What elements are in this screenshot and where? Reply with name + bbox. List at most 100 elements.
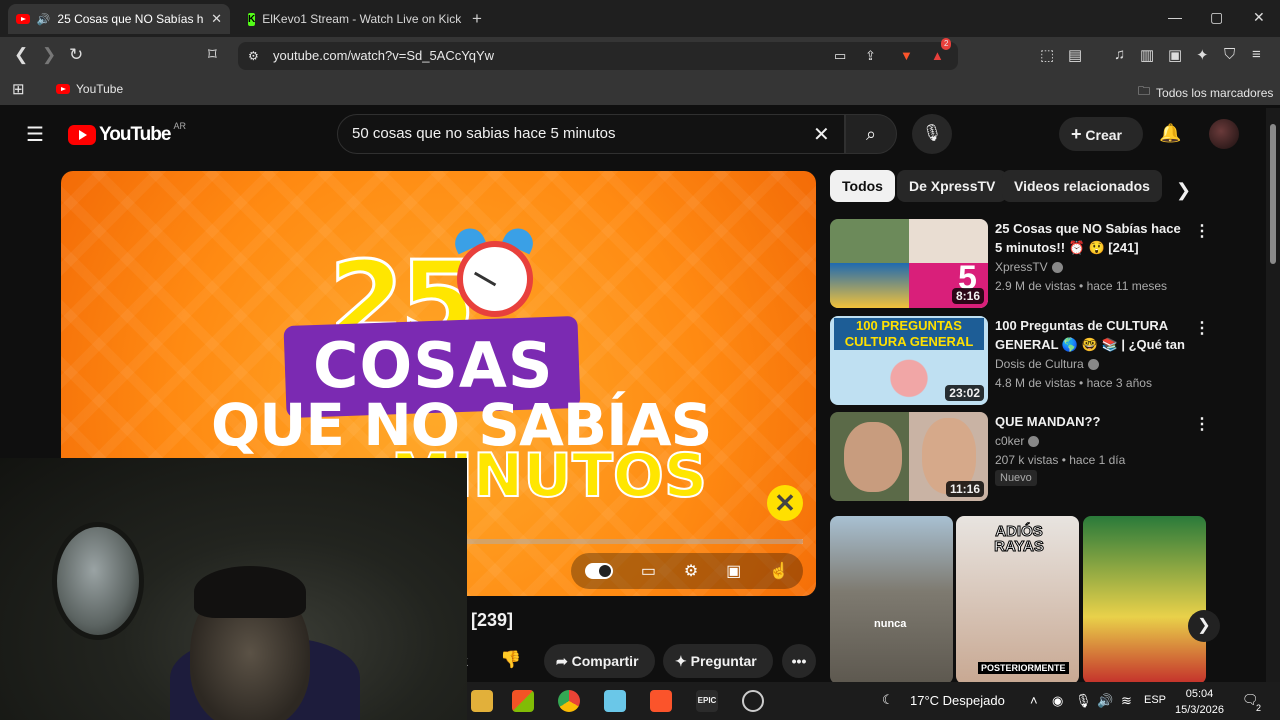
wall-mirror-image — [52, 522, 144, 640]
forward-icon[interactable]: ❯ — [42, 45, 56, 65]
video-progress-bar[interactable] — [461, 539, 803, 544]
epic-games-icon[interactable]: EPIC — [696, 690, 718, 712]
clear-search-icon[interactable]: ✕ — [813, 122, 830, 147]
shorts-next-chevron-icon[interactable]: ❯ — [1188, 610, 1220, 642]
notifications-bell-icon[interactable]: 🔔 — [1159, 123, 1181, 144]
search-icon: ⌕ — [865, 124, 877, 144]
channel-name: Dosis de Cultura — [995, 357, 1084, 371]
youtube-logo[interactable]: YouTube AR — [68, 121, 186, 146]
new-tab-button[interactable]: + — [472, 9, 482, 29]
app-icon[interactable] — [604, 690, 626, 712]
more-actions-button[interactable]: ••• — [782, 644, 816, 678]
progress-fill — [461, 539, 803, 544]
ask-button[interactable]: ✦ Preguntar — [663, 644, 773, 678]
menu-icon[interactable]: ≡ — [1252, 46, 1261, 63]
media-icon[interactable]: ♫ — [1114, 46, 1125, 63]
tray-chevron-icon[interactable]: ˄ — [1030, 693, 1038, 708]
video-thumbnail[interactable]: 5 8:16 — [830, 219, 988, 308]
recommendation-item[interactable]: 100 PREGUNTAS CULTURA GENERAL 23:02 100 … — [830, 316, 1210, 406]
recommendation-title[interactable]: 25 Cosas que NO Sabías hace 5 minutos!! … — [995, 219, 1191, 257]
share-icon[interactable]: ⇪ — [865, 42, 876, 70]
page-scrollbar[interactable] — [1266, 108, 1280, 682]
chips-next-chevron-icon[interactable]: ❯ — [1176, 180, 1191, 201]
recommendation-item[interactable]: 11:16 QUE MANDAN?? c0ker 207 k vistas • … — [830, 412, 1210, 502]
extensions-icon[interactable]: ⬚ — [1040, 46, 1054, 64]
back-icon[interactable]: ❮ — [14, 45, 28, 65]
duration-badge: 11:16 — [945, 481, 984, 497]
recommendation-item[interactable]: 5 8:16 25 Cosas que NO Sabías hace 5 min… — [830, 219, 1210, 309]
search-button[interactable]: ⌕ — [845, 114, 897, 154]
subtitles-icon[interactable]: ▭ — [641, 561, 656, 581]
scrollbar-thumb[interactable] — [1270, 124, 1276, 264]
voice-search-button[interactable]: 🎙 — [912, 114, 952, 154]
short-item[interactable] — [1083, 516, 1206, 684]
more-options-icon[interactable]: ⋮ — [1194, 414, 1210, 434]
chip-channel[interactable]: De XpressTV — [897, 170, 1008, 202]
leo-ai-icon[interactable]: ✦ — [1196, 46, 1209, 64]
create-button[interactable]: + Crear — [1059, 117, 1143, 151]
thumb-caption: 100 PREGUNTAS CULTURA GENERAL — [834, 318, 984, 350]
recommendation-title[interactable]: QUE MANDAN?? — [995, 412, 1191, 431]
reload-icon[interactable]: ↻ — [69, 45, 83, 65]
autoplay-toggle[interactable] — [584, 563, 613, 579]
channel-row[interactable]: Dosis de Cultura — [995, 357, 1099, 371]
brave-icon[interactable] — [650, 690, 672, 712]
dislike-icon[interactable]: 👎 — [500, 650, 521, 670]
obs-icon[interactable] — [742, 690, 764, 712]
volume-icon[interactable]: 🔊 — [1097, 693, 1113, 709]
microphone-icon[interactable]: 🎙 — [1075, 693, 1092, 709]
recommendation-title[interactable]: 100 Preguntas de CULTURA GENERAL 🌎 🤓 📚 |… — [995, 316, 1191, 354]
close-window-button[interactable]: ✕ — [1253, 9, 1265, 26]
all-bookmarks-button[interactable]: 🗀 Todos los marcadores — [1138, 82, 1273, 103]
weather-text[interactable]: 17°C Despejado — [910, 693, 1005, 708]
close-tab-icon[interactable]: ✕ — [211, 11, 222, 27]
folder-icon: 🗀 — [1138, 84, 1151, 98]
brave-shields-icon[interactable]: ▼ — [900, 42, 913, 70]
share-button[interactable]: ➦ Compartir — [544, 644, 655, 678]
close-overlay-icon[interactable]: ✕ — [767, 485, 803, 521]
apps-grid-icon[interactable]: ⊞ — [12, 80, 25, 98]
player-controls: ▭ ⚙ ▣ ☝ — [571, 553, 803, 589]
file-explorer-icon[interactable] — [471, 690, 493, 712]
sidebar-icon[interactable]: ▥ — [1140, 46, 1154, 64]
share-arrow-icon: ➦ — [556, 653, 572, 669]
search-input[interactable]: 50 cosas que no sabias hace 5 minutos — [337, 114, 845, 154]
more-options-icon[interactable]: ⋮ — [1194, 318, 1210, 338]
short-item[interactable]: nunca — [830, 516, 953, 684]
short-item[interactable]: ADIÓS RAYAS POSTERIORMENTE — [956, 516, 1079, 684]
tab-youtube[interactable]: 🔊 25 Cosas que NO Sabías hace ✕ — [8, 4, 230, 34]
minimize-button[interactable]: — — [1168, 9, 1182, 25]
bookmark-youtube[interactable]: YouTube — [56, 82, 123, 96]
screen: 🔊 25 Cosas que NO Sabías hace ✕ K ElKevo… — [0, 0, 1280, 720]
maximize-button[interactable]: ▢ — [1210, 9, 1223, 26]
video-thumbnail[interactable]: 100 PREGUNTAS CULTURA GENERAL 23:02 — [830, 316, 988, 405]
channel-row[interactable]: c0ker — [995, 434, 1040, 448]
more-options-icon[interactable]: ⋮ — [1194, 221, 1210, 241]
wifi-icon[interactable]: ≋ — [1121, 693, 1132, 709]
url-field[interactable]: ⚙ youtube.com/watch?v=Sd_5ACcYqYw ▭ ⇪ ▼ … — [238, 38, 958, 70]
cast-icon[interactable]: ▭ — [834, 42, 846, 70]
chip-related[interactable]: Videos relacionados — [1002, 170, 1162, 202]
tab-kick[interactable]: K ElKevo1 Stream - Watch Live on Kick — [240, 4, 462, 34]
webcam-overlay — [0, 458, 467, 720]
chrome-icon[interactable] — [558, 690, 580, 712]
channel-row[interactable]: XpressTV — [995, 260, 1063, 274]
video-thumbnail[interactable]: 11:16 — [830, 412, 988, 501]
person-left-image — [844, 422, 902, 492]
language-indicator[interactable]: ESP — [1144, 694, 1166, 706]
chip-all[interactable]: Todos — [830, 170, 895, 202]
bookmark-icon[interactable]: ⌑ — [208, 45, 217, 65]
kick-favicon-icon: K — [248, 12, 256, 26]
store-icon[interactable] — [512, 690, 534, 712]
settings-gear-icon[interactable]: ⚙ — [684, 561, 698, 581]
tab-title: ElKevo1 Stream - Watch Live on Kick — [262, 12, 462, 26]
reader-icon[interactable]: ▤ — [1068, 46, 1082, 64]
theater-mode-icon[interactable]: ▣ — [726, 561, 741, 581]
vpn-icon[interactable]: ⛉ — [1224, 46, 1235, 63]
tray-app-icon[interactable]: ◉ — [1052, 693, 1063, 709]
hamburger-menu-icon[interactable]: ☰ — [26, 122, 44, 147]
clock[interactable]: 05:04 15/3/2026 — [1175, 686, 1224, 718]
avatar[interactable] — [1209, 119, 1239, 149]
wallet-icon[interactable]: ▣ — [1168, 46, 1182, 64]
site-info-icon[interactable]: ⚙ — [248, 42, 259, 70]
